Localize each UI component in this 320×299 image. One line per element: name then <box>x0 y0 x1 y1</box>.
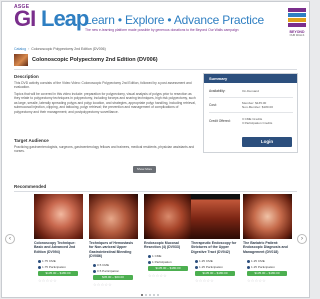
summary-divider <box>209 97 293 98</box>
recommended-card[interactable]: Colonoscopy Technique: Basic and Advance… <box>34 194 83 294</box>
carousel-pagination <box>141 294 171 297</box>
participation-icon <box>195 265 198 269</box>
participation-icon <box>247 265 250 269</box>
card-thumbnail[interactable] <box>144 194 193 239</box>
page-title: Colonoscopic Polypectomy 2nd Edition (DV… <box>32 57 158 63</box>
summary-heading: Summary <box>204 74 297 83</box>
carousel-next-icon[interactable]: › <box>297 234 307 244</box>
card-credits: 1.75 CME <box>38 259 56 263</box>
card-thumbnail[interactable] <box>34 194 83 239</box>
product-title-row: Colonoscopic Polypectomy 2nd Edition (DV… <box>14 54 297 66</box>
credit-icon <box>38 259 41 263</box>
logo-bar-icon <box>288 13 306 17</box>
credit-icon <box>148 254 151 258</box>
card-price-badge: $135.00 – $180.00 <box>247 271 287 276</box>
summary-panel: Summary Availability: On-Demand Cost: Me… <box>203 73 298 153</box>
carousel-dot[interactable] <box>141 294 143 296</box>
card-participation: 1.25 Participation <box>247 265 275 269</box>
page-frame: ASGE GI Leap Learn • Explore • Advance P… <box>1 1 310 298</box>
recommended-card[interactable]: The Bariatric Patient: Endoscopic Diagno… <box>243 194 292 294</box>
card-credits: 1.25 CME <box>247 259 265 263</box>
logo-gi[interactable]: GI <box>14 8 36 30</box>
participation-icon <box>93 269 96 273</box>
availability-value: On-Demand <box>242 89 259 93</box>
recommended-card[interactable]: Endoscopic Mucosal Resection (4) (DV033)… <box>144 194 193 294</box>
tagline: Learn • Explore • Advance Practice <box>85 13 265 27</box>
card-title[interactable]: Endoscopic Mucosal Resection (4) (DV033) <box>144 241 193 250</box>
audience-heading: Target Audience <box>14 138 49 143</box>
card-credits: 1.25 CME <box>195 259 213 263</box>
card-price-badge: $45.00 – $60.00 <box>93 275 133 280</box>
participation-icon <box>148 260 151 264</box>
title-divider <box>14 69 297 70</box>
card-title[interactable]: Therapeutic Endoscopy for Strictures of … <box>191 241 240 254</box>
card-title[interactable]: Colonoscopy Technique: Basic and Advance… <box>34 241 83 254</box>
card-credits: 0.5 CME <box>93 263 109 267</box>
carousel-dot[interactable] <box>153 294 155 296</box>
login-button[interactable]: Login <box>242 137 292 147</box>
card-title[interactable]: Techniques of Hemostasis for Non-varicea… <box>89 241 138 258</box>
card-rating-stars-icon: ☆☆☆☆☆ <box>93 282 112 287</box>
card-price-badge: $135.00 – $180.00 <box>195 271 235 276</box>
credit-icon <box>195 259 198 263</box>
card-thumbnail[interactable] <box>243 194 292 239</box>
card-credits: 1 CME <box>148 254 161 258</box>
card-price-badge: $135.00 – $180.00 <box>38 271 78 276</box>
logo-bar-icon <box>288 8 306 12</box>
logo-leap[interactable]: Leap <box>41 8 89 30</box>
credit-icon <box>247 259 250 263</box>
card-title[interactable]: The Bariatric Patient: Endoscopic Diagno… <box>243 241 292 254</box>
recommended-heading: Recommended <box>14 184 47 189</box>
breadcrumb-catalog-link[interactable]: Catalog <box>14 47 26 51</box>
card-participation: 1.25 Participation <box>195 265 223 269</box>
recommended-divider <box>14 191 297 192</box>
availability-label: Availability: <box>209 89 226 93</box>
logo-bar-icon <box>288 18 306 22</box>
cost-non-member: Non-Member: $180.00 <box>242 105 273 109</box>
participation-icon <box>38 265 41 269</box>
site-header: ASGE GI Leap Learn • Explore • Advance P… <box>2 2 309 42</box>
subline: The new e-learning platform made possibl… <box>85 28 239 32</box>
cost-label: Cost: <box>209 103 217 107</box>
beyond-sub: OUR WALLS <box>289 34 305 37</box>
beyond-our-walls-logo: BEYOND OUR WALLS <box>287 6 307 37</box>
card-rating-stars-icon: ☆☆☆☆☆ <box>195 278 214 283</box>
credit-participation: 3 Participation Credits <box>242 121 273 125</box>
carousel-prev-icon[interactable]: ‹ <box>5 234 15 244</box>
description-body: Topics that will be covered in this vide… <box>14 92 196 114</box>
recommended-card[interactable]: Techniques of Hemostasis for Non-varicea… <box>89 194 138 294</box>
card-rating-stars-icon: ☆☆☆☆☆ <box>247 278 266 283</box>
show-more-button[interactable]: Show More <box>133 166 156 173</box>
logo-bar-icon <box>288 23 306 27</box>
card-thumbnail[interactable] <box>89 194 138 239</box>
card-rating-stars-icon: ☆☆☆☆☆ <box>38 278 57 283</box>
credit-label: Credit Offered: <box>209 119 231 123</box>
card-rating-stars-icon: ☆☆☆☆☆ <box>148 273 167 278</box>
audience-text: Practicing gastroenterologists, surgeons… <box>14 145 195 154</box>
carousel-dot[interactable] <box>157 294 159 296</box>
description-heading: Description <box>14 74 39 79</box>
breadcrumb: Catalog › Colonoscopic Polypectomy 2nd Edi… <box>14 47 106 51</box>
card-participation: 1 Participation <box>148 260 172 264</box>
credit-icon <box>93 263 96 267</box>
card-price-badge: $135.00 – $180.00 <box>148 266 188 271</box>
carousel-dot[interactable] <box>149 294 151 296</box>
carousel-dot[interactable] <box>145 294 147 296</box>
summary-divider <box>209 112 293 113</box>
description-intro: This DVD activity consists of the Video … <box>14 81 192 90</box>
breadcrumb-current: Colonoscopic Polypectomy 2nd Edition (DV… <box>31 47 106 51</box>
card-participation: 0.5 Participation <box>93 269 119 273</box>
card-participation: 1.75 Participation <box>38 265 66 269</box>
card-thumbnail[interactable] <box>191 194 240 239</box>
recommended-card[interactable]: Therapeutic Endoscopy for Strictures of … <box>191 194 240 294</box>
product-thumbnail <box>14 54 28 66</box>
